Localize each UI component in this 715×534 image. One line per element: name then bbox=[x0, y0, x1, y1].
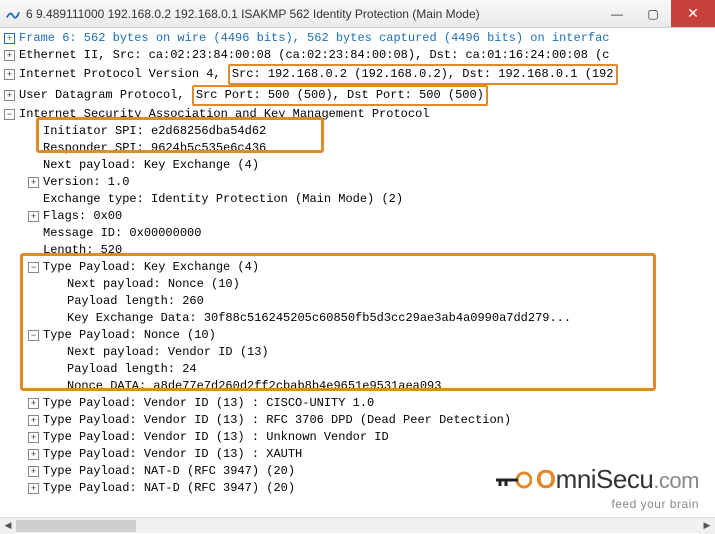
window-title: 6 9.489111000 192.168.0.2 192.168.0.1 IS… bbox=[26, 7, 599, 21]
ke-data-row[interactable]: Key Exchange Data: 30f88c516245205c60850… bbox=[4, 310, 715, 327]
vid1: Type Payload: Vendor ID (13) : CISCO-UNI… bbox=[43, 395, 374, 412]
window-buttons: — ▢ ✕ bbox=[599, 0, 715, 27]
nonce-len: Payload length: 24 bbox=[67, 361, 197, 378]
expand-icon[interactable]: + bbox=[4, 50, 15, 61]
brand-tagline: feed your brain bbox=[496, 497, 699, 511]
vendor-id-row[interactable]: + Type Payload: Vendor ID (13) : CISCO-UN… bbox=[4, 395, 715, 412]
expand-icon[interactable]: + bbox=[28, 483, 39, 494]
resp-spi: Responder SPI: 9624b5c535e6c436 bbox=[43, 140, 266, 157]
vendor-id-row[interactable]: + Type Payload: Vendor ID (13) : RFC 3706… bbox=[4, 412, 715, 429]
expand-icon[interactable]: + bbox=[4, 69, 15, 80]
next-pl: Next payload: Key Exchange (4) bbox=[43, 157, 259, 174]
ke-len-row[interactable]: Payload length: 260 bbox=[4, 293, 715, 310]
nonce-next-row[interactable]: Next payload: Vendor ID (13) bbox=[4, 344, 715, 361]
flags-row[interactable]: + Flags: 0x00 bbox=[4, 208, 715, 225]
window-titlebar: 6 9.489111000 192.168.0.2 192.168.0.1 IS… bbox=[0, 0, 715, 28]
key-icon bbox=[496, 466, 532, 497]
brand-name: mniSecu bbox=[556, 464, 654, 494]
udp-pre: User Datagram Protocol, bbox=[19, 87, 192, 104]
packet-details-pane: + Frame 6: 562 bytes on wire (4496 bits)… bbox=[0, 28, 715, 517]
natd2: Type Payload: NAT-D (RFC 3947) (20) bbox=[43, 480, 295, 497]
watermark-logo: OmniSecu.com feed your brain bbox=[496, 464, 699, 511]
ip-highlight: Src: 192.168.0.2 (192.168.0.2), Dst: 192… bbox=[228, 64, 618, 85]
udp-row[interactable]: + User Datagram Protocol, Src Port: 500 … bbox=[4, 85, 715, 106]
isakmp-text: Internet Security Association and Key Ma… bbox=[19, 106, 429, 123]
nonce-len-row[interactable]: Payload length: 24 bbox=[4, 361, 715, 378]
vid2: Type Payload: Vendor ID (13) : RFC 3706 … bbox=[43, 412, 511, 429]
collapse-icon[interactable]: − bbox=[4, 109, 15, 120]
maximize-button[interactable]: ▢ bbox=[635, 0, 671, 27]
nonce-next: Next payload: Vendor ID (13) bbox=[67, 344, 269, 361]
vendor-id-row[interactable]: + Type Payload: Vendor ID (13) : Unknown … bbox=[4, 429, 715, 446]
length: Length: 520 bbox=[43, 242, 122, 259]
nonce-data: Nonce DATA: a8de77e7d260d2ff2cbab8b4e965… bbox=[67, 378, 441, 395]
nonce-head: Type Payload: Nonce (10) bbox=[43, 327, 216, 344]
expand-icon[interactable]: + bbox=[28, 177, 39, 188]
next-payload-row[interactable]: Next payload: Key Exchange (4) bbox=[4, 157, 715, 174]
expand-icon[interactable]: + bbox=[28, 432, 39, 443]
brand-text: OmniSecu.com bbox=[496, 464, 699, 497]
expand-icon[interactable]: + bbox=[28, 211, 39, 222]
scroll-left-button[interactable]: ◀ bbox=[0, 518, 16, 534]
scroll-track[interactable] bbox=[16, 518, 699, 533]
expand-icon[interactable]: + bbox=[28, 449, 39, 460]
version: Version: 1.0 bbox=[43, 174, 129, 191]
eth-text: Ethernet II, Src: ca:02:23:84:00:08 (ca:… bbox=[19, 47, 610, 64]
vid3: Type Payload: Vendor ID (13) : Unknown V… bbox=[43, 429, 389, 446]
exchange-type-row[interactable]: Exchange type: Identity Protection (Main… bbox=[4, 191, 715, 208]
vid4: Type Payload: Vendor ID (13) : XAUTH bbox=[43, 446, 302, 463]
length-row[interactable]: Length: 520 bbox=[4, 242, 715, 259]
ke-next: Next payload: Nonce (10) bbox=[67, 276, 240, 293]
ip-row[interactable]: + Internet Protocol Version 4, Src: 192.… bbox=[4, 64, 715, 85]
collapse-icon[interactable]: − bbox=[28, 330, 39, 341]
expand-icon[interactable]: + bbox=[4, 90, 15, 101]
brand-o: O bbox=[536, 464, 556, 494]
wireshark-icon bbox=[6, 7, 20, 21]
ip-pre: Internet Protocol Version 4, bbox=[19, 66, 228, 83]
nonce-data-row[interactable]: Nonce DATA: a8de77e7d260d2ff2cbab8b4e965… bbox=[4, 378, 715, 395]
ethernet-row[interactable]: + Ethernet II, Src: ca:02:23:84:00:08 (c… bbox=[4, 47, 715, 64]
msgid: Message ID: 0x00000000 bbox=[43, 225, 201, 242]
vendor-id-row[interactable]: + Type Payload: Vendor ID (13) : XAUTH bbox=[4, 446, 715, 463]
ke-head: Type Payload: Key Exchange (4) bbox=[43, 259, 259, 276]
frame-text: Frame 6: 562 bytes on wire (4496 bits), … bbox=[19, 30, 610, 47]
ke-data: Key Exchange Data: 30f88c516245205c60850… bbox=[67, 310, 571, 327]
udp-highlight: Src Port: 500 (500), Dst Port: 500 (500) bbox=[192, 85, 488, 106]
exch: Exchange type: Identity Protection (Main… bbox=[43, 191, 403, 208]
protocol-tree[interactable]: + Frame 6: 562 bytes on wire (4496 bits)… bbox=[0, 28, 715, 499]
ke-next-row[interactable]: Next payload: Nonce (10) bbox=[4, 276, 715, 293]
close-button[interactable]: ✕ bbox=[671, 0, 715, 27]
brand-domain: .com bbox=[653, 468, 699, 493]
responder-spi-row[interactable]: Responder SPI: 9624b5c535e6c436 bbox=[4, 140, 715, 157]
ke-len: Payload length: 260 bbox=[67, 293, 204, 310]
init-spi: Initiator SPI: e2d68256dba54d62 bbox=[43, 123, 266, 140]
minimize-button[interactable]: — bbox=[599, 0, 635, 27]
scroll-right-button[interactable]: ▶ bbox=[699, 518, 715, 534]
nonce-payload-row[interactable]: −Type Payload: Nonce (10) bbox=[4, 327, 715, 344]
expand-icon[interactable]: + bbox=[28, 466, 39, 477]
scroll-thumb[interactable] bbox=[16, 520, 136, 532]
initiator-spi-row[interactable]: Initiator SPI: e2d68256dba54d62 bbox=[4, 123, 715, 140]
version-row[interactable]: + Version: 1.0 bbox=[4, 174, 715, 191]
expand-icon[interactable]: + bbox=[28, 415, 39, 426]
expand-icon[interactable]: + bbox=[28, 398, 39, 409]
horizontal-scrollbar[interactable]: ◀ ▶ bbox=[0, 517, 715, 533]
collapse-icon[interactable]: − bbox=[28, 262, 39, 273]
flags: Flags: 0x00 bbox=[43, 208, 122, 225]
natd1: Type Payload: NAT-D (RFC 3947) (20) bbox=[43, 463, 295, 480]
expand-icon[interactable]: + bbox=[4, 33, 15, 44]
message-id-row[interactable]: Message ID: 0x00000000 bbox=[4, 225, 715, 242]
isakmp-row[interactable]: − Internet Security Association and Key … bbox=[4, 106, 715, 123]
frame-summary-row[interactable]: + Frame 6: 562 bytes on wire (4496 bits)… bbox=[4, 30, 715, 47]
key-exchange-payload-row[interactable]: −Type Payload: Key Exchange (4) bbox=[4, 259, 715, 276]
